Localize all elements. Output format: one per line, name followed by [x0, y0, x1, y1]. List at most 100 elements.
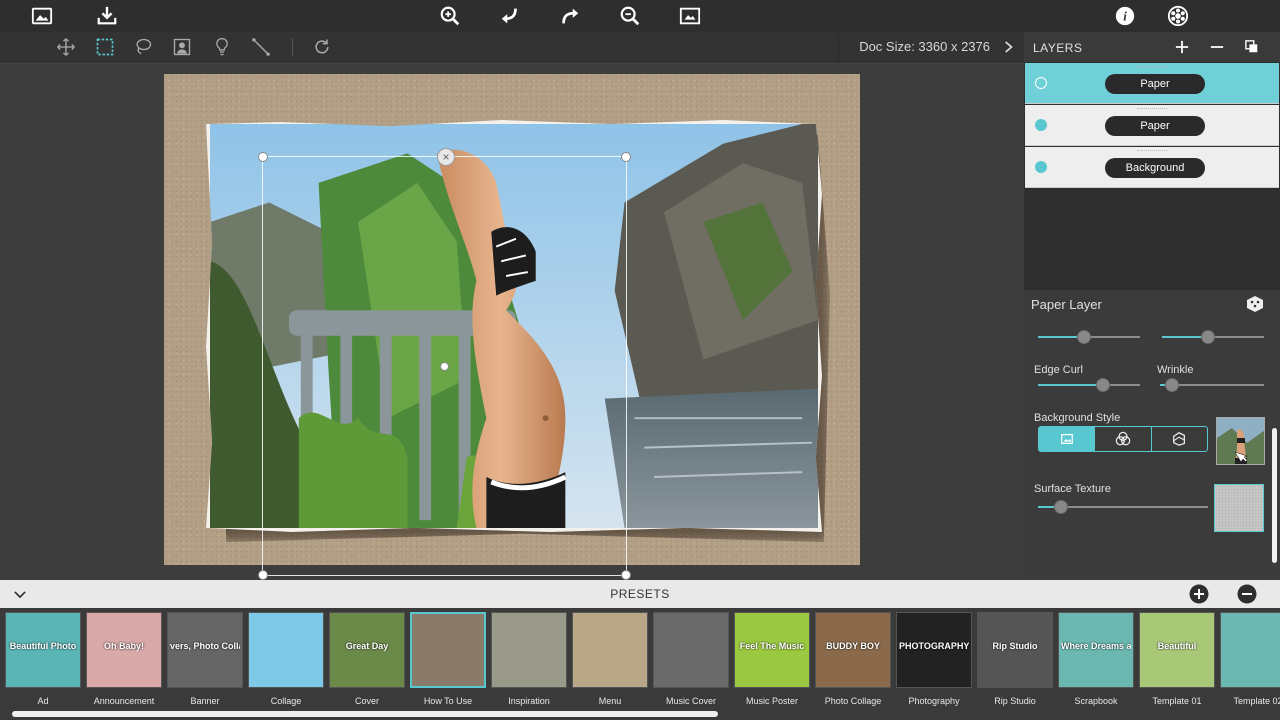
- resize-handle-top-right[interactable]: [621, 152, 631, 162]
- remove-layer-icon[interactable]: [1207, 37, 1227, 57]
- preset-item[interactable]: BUDDY BOY Photo Collage: [815, 612, 891, 712]
- visibility-toggle-icon[interactable]: [1035, 161, 1047, 173]
- preset-item[interactable]: Menu: [572, 612, 648, 712]
- edge-curl-label: Edge Curl: [1034, 364, 1083, 376]
- selection-box[interactable]: ×: [258, 148, 631, 580]
- preset-item[interactable]: Collage: [248, 612, 324, 712]
- preset-label: How To Use: [423, 696, 473, 706]
- rect-select-tool-icon[interactable]: [93, 36, 117, 58]
- save-download-icon[interactable]: [93, 3, 121, 29]
- preset-thumbnail: [653, 612, 729, 688]
- preset-label: Template 01: [1152, 696, 1202, 706]
- preset-thumbnail: Oh Baby!: [86, 612, 162, 688]
- surface-texture-label: Surface Texture: [1034, 483, 1111, 495]
- info-icon[interactable]: i: [1111, 3, 1139, 29]
- preset-label: Photo Collage: [824, 696, 882, 706]
- layer-name: Paper: [1105, 74, 1205, 94]
- bulb-tool-icon[interactable]: [210, 36, 234, 58]
- line-tool-icon[interactable]: [249, 36, 273, 58]
- preset-item[interactable]: Rip Studio Rip Studio: [977, 612, 1053, 712]
- preset-item[interactable]: Inspiration: [491, 612, 567, 712]
- drag-grip-icon[interactable]: [1137, 108, 1167, 110]
- preset-thumbnail: PHOTOGRAPHY: [896, 612, 972, 688]
- bg-style-color-mix-icon[interactable]: [1095, 427, 1152, 451]
- slider-knob[interactable]: [1201, 330, 1215, 344]
- move-tool-icon[interactable]: [54, 36, 78, 58]
- refresh-tool-icon[interactable]: [310, 36, 334, 58]
- preset-item[interactable]: Feel The Music Music Poster: [734, 612, 810, 712]
- preset-thumbnail: Where Dreams are Made: [1058, 612, 1134, 688]
- zoom-in-icon[interactable]: [436, 3, 464, 29]
- preset-thumbnail-text: Oh Baby!: [103, 641, 144, 651]
- paper-background: ×: [164, 74, 860, 580]
- remove-preset-icon[interactable]: [1237, 584, 1257, 604]
- preset-item[interactable]: Template 02: [1220, 612, 1280, 712]
- layer-row[interactable]: Paper: [1025, 105, 1279, 146]
- preset-item[interactable]: How To Use: [410, 612, 486, 712]
- layers-title: LAYERS: [1033, 41, 1083, 55]
- preset-item[interactable]: Beautiful Template 01: [1139, 612, 1215, 712]
- preset-item[interactable]: Beautiful Photo Ad: [5, 612, 81, 712]
- visibility-toggle-icon[interactable]: [1035, 77, 1047, 89]
- wrinkle-slider[interactable]: [1160, 378, 1264, 392]
- dice-icon[interactable]: [1246, 295, 1264, 313]
- preset-thumbnail-text: BUDDY BOY: [826, 641, 880, 651]
- resize-handle-bottom-right[interactable]: [621, 570, 631, 580]
- settings-icon[interactable]: [1164, 3, 1192, 29]
- top-right-slider[interactable]: [1162, 330, 1264, 344]
- preset-thumbnail: [410, 612, 486, 688]
- lasso-tool-icon[interactable]: [131, 36, 155, 58]
- preset-thumbnail-text: Where Dreams are Made: [1061, 641, 1131, 651]
- add-preset-icon[interactable]: [1189, 584, 1209, 604]
- slider-knob[interactable]: [1054, 500, 1068, 514]
- top-toolbar: i: [0, 0, 1280, 32]
- preset-label: Scrapbook: [1074, 696, 1118, 706]
- preset-thumbnail: Beautiful: [1139, 612, 1215, 688]
- slider-knob[interactable]: [1096, 378, 1110, 392]
- preset-thumbnail-text: Rip Studio: [992, 641, 1038, 651]
- preset-thumbnail: [1220, 612, 1280, 688]
- preset-item[interactable]: vers, Photo Collage Banner: [167, 612, 243, 712]
- add-layer-icon[interactable]: [1172, 37, 1192, 57]
- chevron-right-icon[interactable]: [1000, 37, 1018, 57]
- preset-item[interactable]: PHOTOGRAPHY Photography: [896, 612, 972, 712]
- resize-handle-top-left[interactable]: [258, 152, 268, 162]
- panel-scrollbar[interactable]: [1272, 428, 1277, 563]
- edge-curl-slider[interactable]: [1038, 378, 1140, 392]
- preset-label: Rip Studio: [994, 696, 1036, 706]
- person-select-tool-icon[interactable]: [170, 36, 194, 58]
- open-image-icon[interactable]: [28, 3, 56, 29]
- visibility-toggle-icon[interactable]: [1035, 119, 1047, 131]
- preset-item[interactable]: Music Cover: [653, 612, 729, 712]
- center-handle[interactable]: [440, 362, 449, 371]
- bg-style-texture-icon[interactable]: [1152, 427, 1207, 451]
- preset-label: Photography: [908, 696, 960, 706]
- doc-separator: [838, 34, 839, 60]
- rotate-close-handle-icon[interactable]: ×: [437, 148, 455, 166]
- preset-item[interactable]: Great Day Cover: [329, 612, 405, 712]
- canvas-area[interactable]: ×: [0, 62, 1024, 580]
- undo-icon[interactable]: [496, 3, 524, 29]
- resize-handle-bottom-left[interactable]: [258, 570, 268, 580]
- duplicate-layer-icon[interactable]: [1242, 37, 1262, 57]
- presets-scrollbar[interactable]: [12, 711, 718, 717]
- edge-rough-label-cut: [1034, 318, 1037, 327]
- bg-style-image-icon[interactable]: [1039, 427, 1096, 451]
- background-image-thumbnail[interactable]: [1216, 417, 1265, 465]
- redo-icon[interactable]: [556, 3, 584, 29]
- drag-grip-icon[interactable]: [1137, 150, 1167, 152]
- layer-row[interactable]: Paper: [1025, 63, 1279, 104]
- drag-grip-icon[interactable]: [1137, 66, 1167, 68]
- right-panel: LAYERS Paper Paper Background Paper Laye…: [1024, 32, 1280, 580]
- top-left-slider[interactable]: [1038, 330, 1140, 344]
- zoom-out-icon[interactable]: [616, 3, 644, 29]
- preset-item[interactable]: Where Dreams are Made Scrapbook: [1058, 612, 1134, 712]
- preset-label: Inspiration: [508, 696, 550, 706]
- slider-knob[interactable]: [1077, 330, 1091, 344]
- slider-knob[interactable]: [1165, 378, 1179, 392]
- surface-texture-thumbnail[interactable]: [1214, 484, 1264, 532]
- surface-texture-slider[interactable]: [1038, 500, 1208, 514]
- preset-item[interactable]: Oh Baby! Announcement: [86, 612, 162, 712]
- fit-to-screen-icon[interactable]: [676, 3, 704, 29]
- layer-row[interactable]: Background: [1025, 147, 1279, 188]
